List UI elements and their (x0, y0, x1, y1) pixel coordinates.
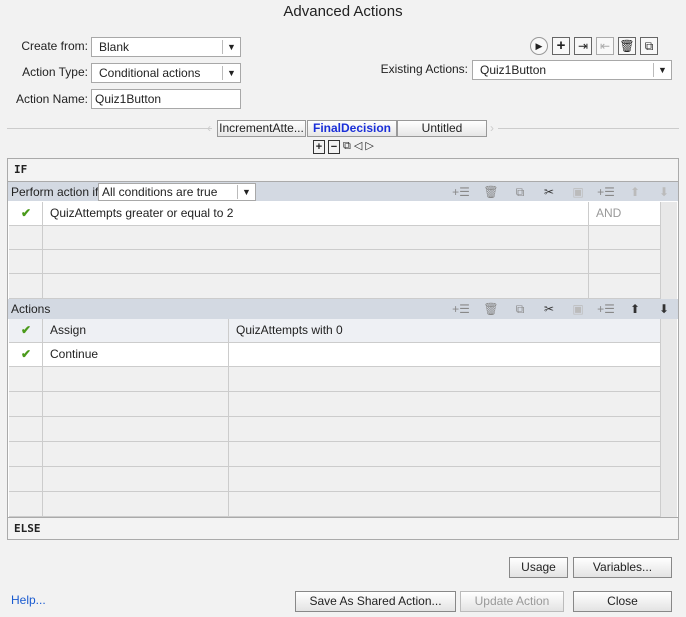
condition-operator[interactable]: AND (589, 202, 660, 225)
move-up-icon: ⬆ (629, 185, 641, 199)
conditions-scrollbar[interactable] (660, 202, 677, 299)
check-icon[interactable]: ✔ (9, 319, 43, 342)
chevron-down-icon: ▼ (222, 40, 240, 54)
previous-icon[interactable]: ◁ (354, 140, 362, 154)
action-toolbar: ▶ + ⇥ ⇤ 🗑 ⧉ (530, 37, 658, 55)
chevron-down-icon: ▼ (222, 66, 240, 80)
table-row[interactable] (9, 226, 660, 250)
divider (498, 128, 679, 129)
chevron-down-icon: ▼ (237, 185, 255, 199)
paste-icon: ▣ (572, 302, 584, 316)
actions-label: Actions (11, 302, 51, 316)
insert-above-icon[interactable]: +☰ (596, 299, 616, 319)
action-name-label: Action Name: (15, 92, 88, 106)
chevron-down-icon: ▼ (653, 63, 671, 77)
usage-button[interactable]: Usage (509, 557, 568, 578)
export-icon: ⇤ (596, 37, 614, 55)
table-row[interactable] (9, 250, 660, 274)
existing-actions-value: Quiz1Button (480, 63, 547, 77)
table-row[interactable]: ✔ Assign QuizAttempts with 0 (9, 319, 660, 343)
condition-mode-value: All conditions are true (102, 185, 218, 199)
move-up-icon[interactable]: ⬆ (625, 299, 645, 319)
table-row[interactable] (9, 274, 660, 299)
table-row[interactable] (9, 492, 660, 517)
action-type-label: Action Type: (22, 65, 88, 79)
table-row[interactable]: ✔ Continue (9, 343, 660, 367)
action-name[interactable]: Continue (43, 343, 229, 366)
insert-row-icon[interactable]: +☰ (451, 299, 471, 319)
close-button[interactable]: Close (573, 591, 672, 612)
condition-mode-dropdown[interactable]: All conditions are true ▼ (98, 183, 256, 201)
if-header: IF (8, 159, 678, 181)
delete-icon[interactable]: 🗑 (481, 299, 501, 319)
insert-above-icon[interactable]: +☰ (596, 182, 616, 202)
import-icon[interactable]: ⇥ (574, 37, 592, 55)
action-type-value: Conditional actions (99, 66, 201, 80)
cut-icon[interactable]: ✂ (539, 182, 559, 202)
table-row[interactable] (9, 467, 660, 492)
conditions-table: ✔ QuizAttempts greater or equal to 2 AND (8, 202, 678, 299)
action-name[interactable]: Assign (43, 319, 229, 342)
copy-tab-icon[interactable]: ⧉ (343, 140, 351, 154)
create-from-dropdown[interactable]: Blank ▼ (91, 37, 241, 57)
add-icon[interactable]: + (552, 37, 570, 55)
conditions-toolbar: Perform action if: All conditions are tr… (8, 181, 678, 201)
preview-icon[interactable]: ▶ (530, 37, 548, 55)
actions-toolbar: Actions +☰ 🗑 ⧉ ✂ ▣ +☰ ⬆ ⬇ (8, 299, 678, 319)
check-icon[interactable]: ✔ (9, 202, 43, 225)
remove-tab-icon[interactable]: − (328, 140, 340, 154)
create-from-value: Blank (99, 40, 130, 54)
conditional-panel: IF Perform action if: All conditions are… (7, 158, 679, 540)
actions-scrollbar[interactable] (660, 319, 677, 517)
perform-action-label: Perform action if: (11, 185, 102, 199)
add-tab-icon[interactable]: + (313, 140, 325, 154)
divider (7, 128, 212, 129)
create-from-label: Create from: (21, 39, 88, 53)
delete-icon[interactable]: 🗑 (481, 182, 501, 202)
check-icon[interactable]: ✔ (9, 343, 43, 366)
variables-button[interactable]: Variables... (573, 557, 672, 578)
else-header[interactable]: ELSE (8, 517, 678, 539)
action-param[interactable]: QuizAttempts with 0 (229, 319, 660, 342)
action-type-dropdown[interactable]: Conditional actions ▼ (91, 63, 241, 83)
table-row[interactable] (9, 442, 660, 467)
move-down-icon[interactable]: ⬇ (654, 299, 674, 319)
actions-table: ✔ Assign QuizAttempts with 0 ✔ Continue (8, 319, 678, 517)
tab-final-decision[interactable]: FinalDecision (307, 120, 397, 137)
tab-toolbar: + − ⧉ ◁ ▷ (313, 140, 374, 154)
action-param[interactable] (229, 343, 660, 366)
table-row[interactable] (9, 392, 660, 417)
update-action-button: Update Action (460, 591, 564, 612)
condition-text[interactable]: QuizAttempts greater or equal to 2 (43, 202, 589, 225)
delete-icon[interactable]: 🗑 (618, 37, 636, 55)
paste-icon: ▣ (572, 185, 584, 199)
save-shared-action-button[interactable]: Save As Shared Action... (295, 591, 456, 612)
copy-icon[interactable]: ⧉ (510, 182, 530, 202)
next-icon[interactable]: ▷ (365, 140, 373, 154)
action-name-input[interactable]: Quiz1Button (91, 89, 241, 109)
tab-increment[interactable]: IncrementAtte... (217, 120, 306, 137)
table-row[interactable]: ✔ QuizAttempts greater or equal to 2 AND (9, 202, 660, 226)
existing-actions-dropdown[interactable]: Quiz1Button ▼ (472, 60, 672, 80)
table-row[interactable] (9, 367, 660, 392)
existing-actions-label: Existing Actions: (380, 62, 468, 76)
dialog-title: Advanced Actions (283, 3, 403, 20)
tab-untitled[interactable]: Untitled (397, 120, 487, 137)
move-down-icon: ⬇ (658, 185, 670, 199)
duplicate-icon[interactable]: ⧉ (640, 37, 658, 55)
insert-row-icon[interactable]: +☰ (451, 182, 471, 202)
help-link[interactable]: Help... (11, 593, 46, 607)
table-row[interactable] (9, 417, 660, 442)
copy-icon[interactable]: ⧉ (510, 299, 530, 319)
cut-icon[interactable]: ✂ (539, 299, 559, 319)
scroll-right-icon[interactable]: › (490, 121, 494, 135)
scroll-left-icon[interactable]: ‹ (207, 121, 211, 135)
